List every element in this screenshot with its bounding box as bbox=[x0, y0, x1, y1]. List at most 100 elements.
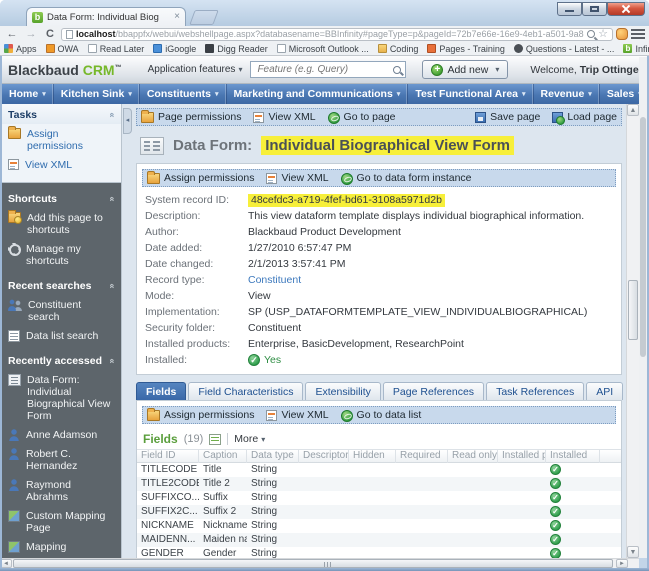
sidebar-item-assign-permissions[interactable]: Assign permissions bbox=[2, 124, 121, 155]
new-tab-button[interactable] bbox=[189, 10, 218, 25]
feature-search-input[interactable] bbox=[255, 63, 393, 76]
chrome-menu-icon[interactable] bbox=[631, 29, 645, 39]
field-value[interactable]: Constituent bbox=[248, 274, 301, 287]
bookmark-questions-latest[interactable]: Questions - Latest - ... bbox=[514, 44, 615, 54]
collapse-section-icon[interactable]: « bbox=[107, 196, 117, 201]
column-header-read-only[interactable]: Read only bbox=[448, 449, 498, 463]
export-grid-icon[interactable] bbox=[209, 434, 221, 445]
application-features-dropdown[interactable]: Application features bbox=[148, 64, 243, 75]
browser-tab[interactable]: b Data Form: Individual Biog × bbox=[26, 7, 186, 26]
sidebar-item-anne-adamson[interactable]: Anne Adamson bbox=[2, 425, 121, 444]
table-row[interactable]: SUFFIX2C...Suffix 2String bbox=[137, 505, 621, 519]
nav-item-home[interactable]: Home bbox=[2, 84, 54, 104]
table-row[interactable]: TITLECODETitleString bbox=[137, 463, 621, 477]
content-vertical-scrollbar[interactable]: ▲ ▼ bbox=[626, 104, 639, 558]
sidebar-item-view-xml[interactable]: View XML bbox=[2, 155, 121, 174]
sidebar-item-raymond-abrahms[interactable]: Raymond Abrahms bbox=[2, 475, 121, 506]
go-to-page-button[interactable]: Go to page bbox=[328, 111, 396, 124]
nav-item-test-functional-area[interactable]: Test Functional Area bbox=[408, 84, 533, 104]
nav-item-marketing-and-communications[interactable]: Marketing and Communications bbox=[227, 84, 409, 104]
scroll-up-icon[interactable]: ▲ bbox=[627, 104, 639, 116]
column-header-descriptor[interactable]: Descriptor bbox=[299, 449, 349, 463]
bookmark-infinity-sdk-resourc[interactable]: bInfinity SDK Resourc... bbox=[623, 44, 649, 54]
sidebar-item-data-form-individual-biographical-view-form[interactable]: Data Form: Individual Biographical View … bbox=[2, 370, 121, 425]
browser-vscroll-thumb[interactable] bbox=[640, 117, 646, 357]
zoom-icon[interactable] bbox=[587, 30, 595, 38]
nav-item-revenue[interactable]: Revenue bbox=[534, 84, 600, 104]
tab-page-references[interactable]: Page References bbox=[383, 382, 484, 400]
tab-api[interactable]: API bbox=[586, 382, 623, 400]
tab-extensibility[interactable]: Extensibility bbox=[305, 382, 380, 400]
sidebar-item-data-list-search[interactable]: Data list search bbox=[2, 326, 121, 345]
view-xml-button[interactable]: View XML bbox=[266, 172, 328, 184]
bookmark-star-icon[interactable]: ☆ bbox=[598, 29, 608, 39]
column-header-hidden[interactable]: Hidden bbox=[349, 449, 396, 463]
column-header-data-type[interactable]: Data type bbox=[247, 449, 299, 463]
view-xml-button[interactable]: View XML bbox=[253, 111, 315, 123]
save-page-button[interactable]: Save page bbox=[475, 111, 540, 123]
column-header-field-id[interactable]: Field ID bbox=[137, 449, 199, 463]
tab-field-characteristics[interactable]: Field Characteristics bbox=[188, 382, 303, 400]
assign-permissions-button[interactable]: Assign permissions bbox=[147, 172, 254, 184]
sidebar-item-constituent-search[interactable]: Constituent search bbox=[2, 295, 121, 326]
welcome-user-dropdown[interactable]: Welcome, Trip Ottinger bbox=[530, 64, 649, 76]
collapse-sidebar-icon[interactable]: ◂ bbox=[123, 108, 132, 134]
address-bar[interactable]: localhost/bbappfx/webui/webshellpage.asp… bbox=[61, 28, 613, 41]
nav-item-kitchen-sink[interactable]: Kitchen Sink bbox=[54, 84, 140, 104]
tab-fields[interactable]: Fields bbox=[136, 382, 186, 400]
bookmark-digg-reader[interactable]: Digg Reader bbox=[205, 44, 268, 54]
scroll-down-icon[interactable]: ▼ bbox=[627, 546, 639, 558]
column-header-caption[interactable]: Caption bbox=[199, 449, 247, 463]
bookmark-igoogle[interactable]: iGoogle bbox=[153, 44, 196, 54]
table-row[interactable]: GENDERGenderString bbox=[137, 547, 621, 558]
window-close-button[interactable] bbox=[607, 2, 645, 16]
titlebar[interactable]: b Data Form: Individual Biog × bbox=[0, 0, 649, 26]
load-page-button[interactable]: Load page bbox=[552, 111, 617, 123]
bookmark-apps[interactable]: Apps bbox=[4, 44, 37, 54]
back-button[interactable]: ← bbox=[4, 27, 20, 41]
bookmark-pages-training[interactable]: Pages - Training bbox=[427, 44, 505, 54]
content-scrollbar-thumb[interactable] bbox=[628, 280, 638, 340]
browser-hscroll-thumb[interactable] bbox=[13, 559, 613, 568]
browser-vertical-scrollbar[interactable] bbox=[639, 57, 647, 558]
sidebar-item-robert-c-hernandez[interactable]: Robert C. Hernandez bbox=[2, 444, 121, 475]
collapse-section-icon[interactable]: « bbox=[107, 112, 117, 117]
page-permissions-button[interactable]: Page permissions bbox=[141, 111, 241, 123]
nav-item-constituents[interactable]: Constituents bbox=[140, 84, 227, 104]
column-header-installed[interactable]: Installed bbox=[546, 449, 600, 463]
tab-close-icon[interactable]: × bbox=[174, 12, 180, 22]
sidebar-item-custom-mapping-page[interactable]: Custom Mapping Page bbox=[2, 506, 121, 537]
tab-task-references[interactable]: Task References bbox=[486, 382, 584, 400]
bookmark-read-later[interactable]: Read Later bbox=[88, 44, 145, 54]
window-minimize-button[interactable] bbox=[557, 2, 582, 16]
forward-button[interactable]: → bbox=[23, 27, 39, 41]
collapse-section-icon[interactable]: « bbox=[107, 358, 117, 363]
sidebar-item-manage-my-shortcuts[interactable]: Manage my shortcuts bbox=[2, 239, 121, 270]
table-row[interactable]: MAIDENN...Maiden na...String bbox=[137, 533, 621, 547]
table-row[interactable]: NICKNAMENicknameString bbox=[137, 519, 621, 533]
column-header-required[interactable]: Required bbox=[396, 449, 448, 463]
column-header-installed-p[interactable]: Installed p... bbox=[498, 449, 546, 463]
window-maximize-button[interactable] bbox=[582, 2, 607, 16]
more-dropdown[interactable]: More bbox=[234, 433, 265, 445]
view-xml-button[interactable]: View XML bbox=[266, 409, 328, 421]
sidebar-item-mapping[interactable]: Mapping bbox=[2, 537, 121, 556]
sidebar-splitter[interactable]: ◂ bbox=[121, 104, 132, 558]
assign-permissions-button[interactable]: Assign permissions bbox=[147, 409, 254, 421]
collapse-section-icon[interactable]: « bbox=[107, 283, 117, 288]
bookmark-microsoft-outlook[interactable]: Microsoft Outlook ... bbox=[277, 44, 369, 54]
search-icon[interactable] bbox=[393, 66, 401, 74]
extension-icon[interactable] bbox=[616, 28, 628, 40]
table-row[interactable]: SUFFIXCO...SuffixString bbox=[137, 491, 621, 505]
table-row[interactable]: TITLE2CODETitle 2String bbox=[137, 477, 621, 491]
reload-button[interactable]: C bbox=[42, 27, 58, 41]
go-to-data-form-instance-button[interactable]: Go to data form instance bbox=[341, 172, 472, 185]
scroll-right-icon[interactable]: ► bbox=[616, 559, 628, 568]
sidebar-item-add-this-page-to-shortcuts[interactable]: Add this page to shortcuts bbox=[2, 208, 121, 239]
add-new-button[interactable]: + Add new bbox=[422, 60, 508, 79]
bookmark-coding[interactable]: Coding bbox=[378, 44, 419, 54]
go-to-data-list-button[interactable]: Go to data list bbox=[341, 409, 422, 422]
browser-horizontal-scrollbar[interactable]: ◄ ► bbox=[0, 558, 639, 568]
feature-search-box[interactable] bbox=[250, 61, 406, 78]
bookmark-owa[interactable]: OWA bbox=[46, 44, 79, 54]
